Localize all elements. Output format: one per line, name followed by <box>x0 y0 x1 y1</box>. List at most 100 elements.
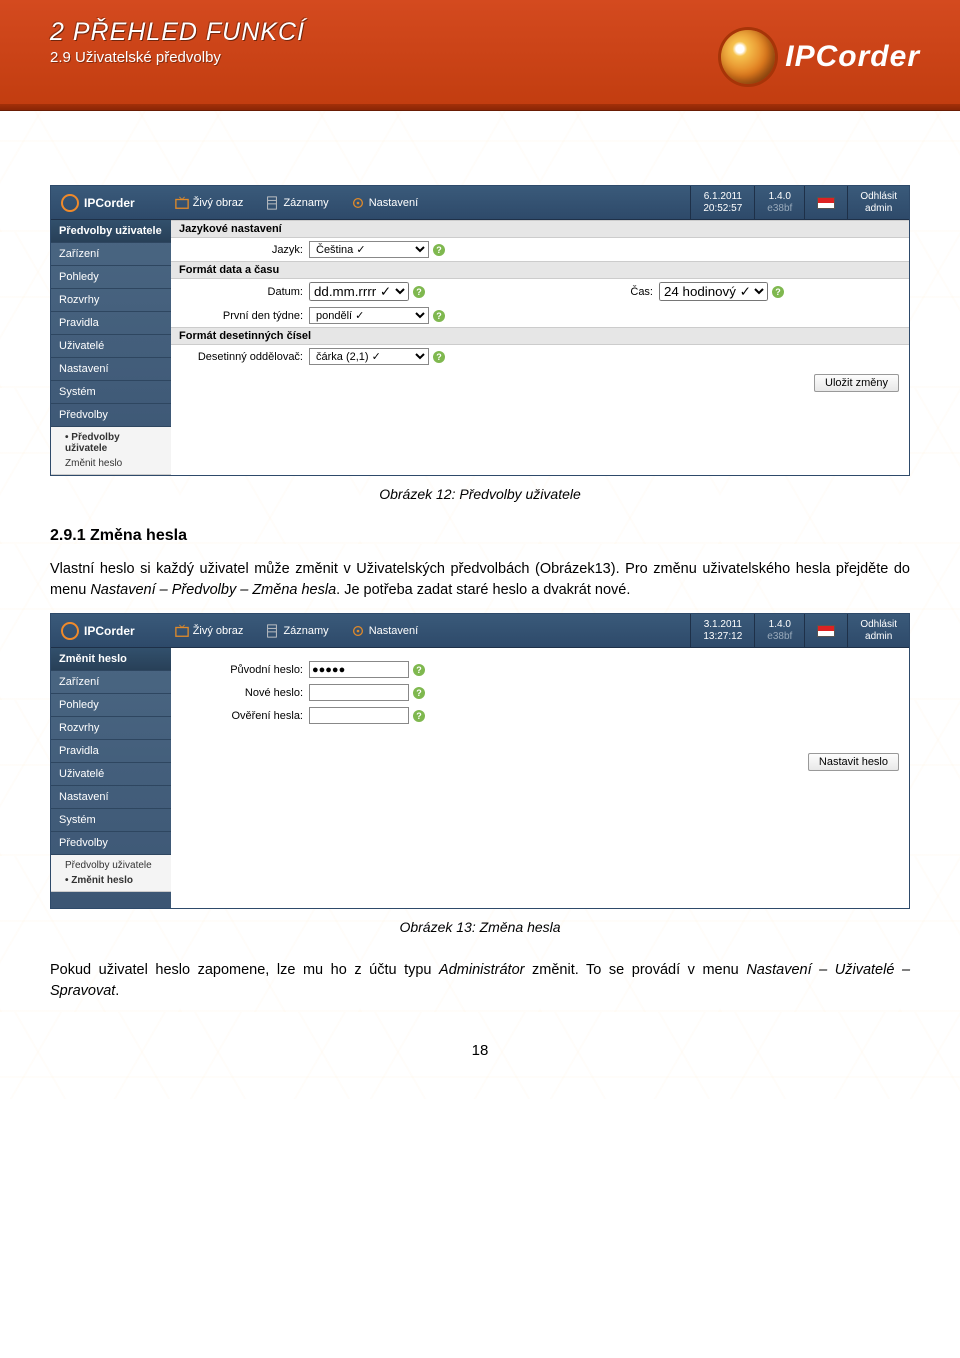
help-icon[interactable]: ? <box>433 310 445 322</box>
sidebar-subtree: Předvolby uživatele Změnit heslo <box>51 855 171 892</box>
confirmpw-input[interactable] <box>309 707 409 724</box>
sidebar: Změnit heslo Zařízení Pohledy Rozvrhy Pr… <box>51 648 171 908</box>
body-p1c: . Je potřeba zadat staré heslo a dvakrát… <box>336 582 630 598</box>
sep-label: Desetinný oddělovač: <box>179 351 309 363</box>
oldpw-input[interactable] <box>309 661 409 678</box>
sidebar-item-prefs[interactable]: Předvolby <box>51 832 171 855</box>
newpw-label: Nové heslo: <box>179 687 309 699</box>
sidebar-item-devices[interactable]: Zařízení <box>51 243 171 266</box>
sep-select[interactable]: čárka (2,1) ✓ <box>309 348 429 365</box>
tab-settings-label: Nastavení <box>369 625 419 637</box>
sidebar-item-prefs[interactable]: Předvolby <box>51 404 171 427</box>
page-number: 18 <box>50 1042 910 1059</box>
body-paragraph-1: Vlastní heslo si každý uživatel může změ… <box>50 559 910 601</box>
section-lang-title: Jazykové nastavení <box>171 220 909 238</box>
logout-cell[interactable]: Odhlásit admin <box>847 186 909 219</box>
date-value: 6.1.2011 <box>703 191 742 203</box>
section-datetime-title: Formát data a času <box>171 261 909 279</box>
sidebar-item-rules[interactable]: Pravidla <box>51 312 171 335</box>
lang-select[interactable]: Čeština ✓ <box>309 241 429 258</box>
tab-records[interactable]: Záznamy <box>265 624 328 638</box>
body-paragraph-2: Pokud uživatel heslo zapomene, lze mu ho… <box>50 960 910 1002</box>
time-value: 13:27:12 <box>703 631 742 643</box>
sidebar-item-rules[interactable]: Pravidla <box>51 740 171 763</box>
body2-e: . <box>115 983 119 999</box>
tab-live[interactable]: Živý obraz <box>175 624 244 638</box>
screenshot-change-password: IPCorder Živý obraz Záznamy Nastavení <box>50 613 910 909</box>
body-p1b: Nastavení – Předvolby – Změna hesla <box>90 582 336 598</box>
weekday-select[interactable]: pondělí ✓ <box>309 307 429 324</box>
tv-icon <box>175 624 189 638</box>
newpw-input[interactable] <box>309 684 409 701</box>
flag-icon <box>817 197 835 209</box>
tab-records[interactable]: Záznamy <box>265 196 328 210</box>
lang-label: Jazyk: <box>179 244 309 256</box>
sidebar-item-settings[interactable]: Nastavení <box>51 358 171 381</box>
sidebar-item-views[interactable]: Pohledy <box>51 266 171 289</box>
sidebar-item-schedules[interactable]: Rozvrhy <box>51 717 171 740</box>
sidebar-item-settings[interactable]: Nastavení <box>51 786 171 809</box>
tab-settings[interactable]: Nastavení <box>351 624 419 638</box>
app-logo: IPCorder <box>51 622 145 640</box>
sidebar-item-users[interactable]: Uživatelé <box>51 763 171 786</box>
body2-a: Pokud uživatel heslo zapomene, lze mu ho… <box>50 962 439 978</box>
clock-cell: 6.1.2011 20:52:57 <box>690 186 754 219</box>
subtree-changepw[interactable]: Změnit heslo <box>51 456 171 471</box>
save-button[interactable]: Uložit změny <box>814 374 899 392</box>
doc-header: 2 PŘEHLED FUNKCÍ 2.9 Uživatelské předvol… <box>0 0 960 105</box>
help-icon[interactable]: ? <box>772 286 784 298</box>
sidebar-item-system[interactable]: Systém <box>51 809 171 832</box>
lang-flag-cell[interactable] <box>804 186 847 219</box>
time-format-select[interactable]: 24 hodinový ✓ <box>659 282 768 301</box>
lang-flag-cell[interactable] <box>804 614 847 647</box>
tab-records-label: Záznamy <box>283 197 328 209</box>
help-icon[interactable]: ? <box>433 244 445 256</box>
subtree-changepw[interactable]: Změnit heslo <box>51 873 171 888</box>
logout-cell[interactable]: Odhlásit admin <box>847 614 909 647</box>
sidebar-item-devices[interactable]: Zařízení <box>51 671 171 694</box>
screenshot-user-prefs: IPCorder Živý obraz Záznamy <box>50 185 910 476</box>
tab-live[interactable]: Živý obraz <box>175 196 244 210</box>
gear-icon <box>351 196 365 210</box>
logout-user: admin <box>865 631 892 642</box>
tab-settings[interactable]: Nastavení <box>351 196 419 210</box>
weekday-label: První den týdne: <box>179 310 309 322</box>
clock-cell: 3.1.2011 13:27:12 <box>690 614 754 647</box>
date-format-select[interactable]: dd.mm.rrrr ✓ <box>309 282 409 301</box>
help-icon[interactable]: ? <box>413 687 425 699</box>
tv-icon <box>175 196 189 210</box>
help-icon[interactable]: ? <box>433 351 445 363</box>
app-topbar: IPCorder Živý obraz Záznamy <box>51 186 909 220</box>
set-password-button[interactable]: Nastavit heslo <box>808 753 899 771</box>
tab-settings-label: Nastavení <box>369 197 419 209</box>
caption-1: Obrázek 12: Předvolby uživatele <box>50 486 910 502</box>
version-value: 1.4.0 <box>767 191 792 203</box>
oldpw-label: Původní heslo: <box>179 664 309 676</box>
sidebar-item-system[interactable]: Systém <box>51 381 171 404</box>
gear-icon <box>351 624 365 638</box>
date-value: 3.1.2011 <box>703 619 742 631</box>
sidebar-item-schedules[interactable]: Rozvrhy <box>51 289 171 312</box>
subtree-userprefs[interactable]: Předvolby uživatele <box>51 858 171 873</box>
main-pane: Původní heslo: ? Nové heslo: ? Ověření h… <box>171 648 909 908</box>
help-icon[interactable]: ? <box>413 664 425 676</box>
caption-2: Obrázek 13: Změna hesla <box>50 919 910 935</box>
sidebar-item-views[interactable]: Pohledy <box>51 694 171 717</box>
app-logo: IPCorder <box>51 194 145 212</box>
sidebar-head: Předvolby uživatele <box>51 220 171 243</box>
brand-logo-icon <box>721 30 775 84</box>
section-decimal-title: Formát desetinných čísel <box>171 327 909 345</box>
subtree-userprefs[interactable]: Předvolby uživatele <box>51 430 171 456</box>
sidebar-subtree: Předvolby uživatele Změnit heslo <box>51 427 171 475</box>
help-icon[interactable]: ? <box>413 710 425 722</box>
sidebar-item-users[interactable]: Uživatelé <box>51 335 171 358</box>
main-pane: Jazykové nastavení Jazyk: Čeština ✓ ? Fo… <box>171 220 909 475</box>
app-name: IPCorder <box>84 624 135 638</box>
app-name: IPCorder <box>84 196 135 210</box>
help-icon[interactable]: ? <box>413 286 425 298</box>
subsection-heading: 2.9.1 Změna hesla <box>50 527 910 545</box>
page-content: IPCorder Živý obraz Záznamy <box>0 105 960 1099</box>
body2-b: Administrátor <box>439 962 524 978</box>
version-value: 1.4.0 <box>767 619 792 631</box>
logo-ring-icon <box>61 194 79 212</box>
